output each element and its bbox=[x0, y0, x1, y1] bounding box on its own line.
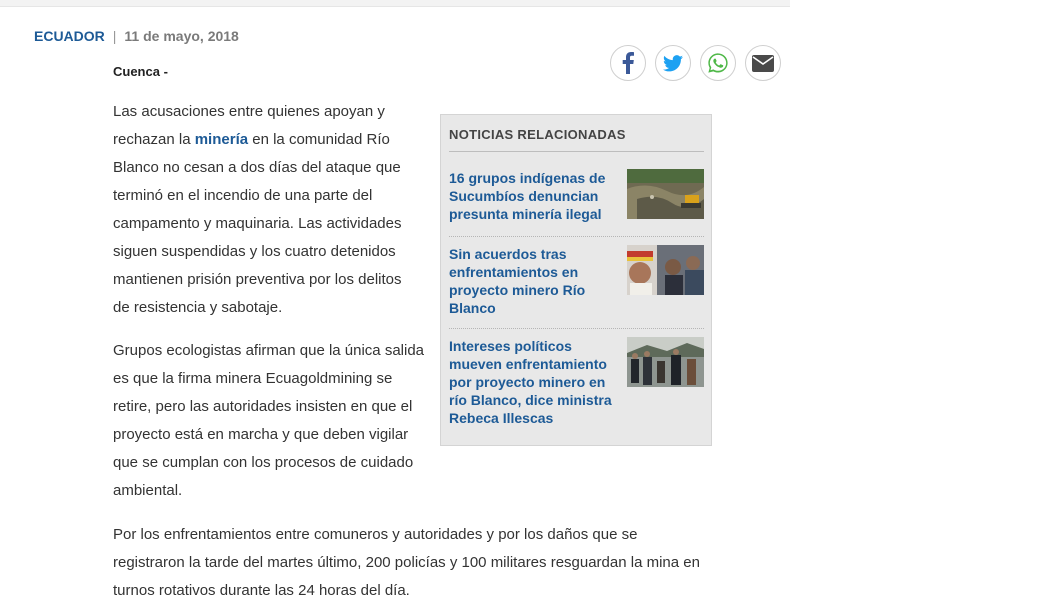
facebook-icon bbox=[622, 52, 634, 74]
article-paragraph: Las acusaciones entre quienes apoyan y r… bbox=[113, 98, 413, 322]
share-whatsapp-button[interactable] bbox=[700, 45, 736, 81]
related-news-thumbnail[interactable] bbox=[627, 169, 704, 219]
related-news-item: Intereses políticos mueven enfrentamient… bbox=[449, 337, 704, 441]
related-news-link[interactable]: Intereses políticos mueven enfrentamient… bbox=[449, 337, 621, 427]
related-news-item: Sin acuerdos tras enfrentamientos en pro… bbox=[449, 245, 704, 329]
article-paragraph: Grupos ecologistas afirman que la única … bbox=[113, 342, 425, 499]
section-link[interactable]: ECUADOR bbox=[34, 28, 105, 44]
article-paragraph: Por los enfrentamientos entre comuneros … bbox=[113, 526, 700, 599]
related-news-thumbnail[interactable] bbox=[627, 337, 704, 387]
related-news-title: NOTICIAS RELACIONADAS bbox=[449, 127, 704, 152]
publish-date: 11 de mayo, 2018 bbox=[124, 28, 239, 44]
email-icon bbox=[752, 54, 774, 72]
meta-separator: | bbox=[112, 28, 117, 44]
top-strip bbox=[0, 0, 790, 7]
related-news-box: NOTICIAS RELACIONADAS 16 grupos indígena… bbox=[440, 114, 712, 446]
paragraph-text: en la comunidad Río Blanco no cesan a do… bbox=[113, 131, 402, 316]
related-news-link[interactable]: 16 grupos indígenas de Sucumbíos denunci… bbox=[449, 169, 621, 223]
twitter-icon bbox=[663, 54, 683, 72]
share-twitter-button[interactable] bbox=[655, 45, 691, 81]
article-dateline: Cuenca - bbox=[113, 64, 168, 79]
related-news-thumbnail[interactable] bbox=[627, 245, 704, 295]
share-bar bbox=[610, 45, 781, 81]
share-email-button[interactable] bbox=[745, 45, 781, 81]
related-news-link[interactable]: Sin acuerdos tras enfrentamientos en pro… bbox=[449, 245, 621, 317]
whatsapp-icon bbox=[707, 52, 729, 74]
related-news-item: 16 grupos indígenas de Sucumbíos denunci… bbox=[449, 169, 704, 237]
article-meta: ECUADOR | 11 de mayo, 2018 bbox=[34, 27, 239, 45]
share-facebook-button[interactable] bbox=[610, 45, 646, 81]
keyword-link-mineria[interactable]: minería bbox=[195, 131, 248, 148]
